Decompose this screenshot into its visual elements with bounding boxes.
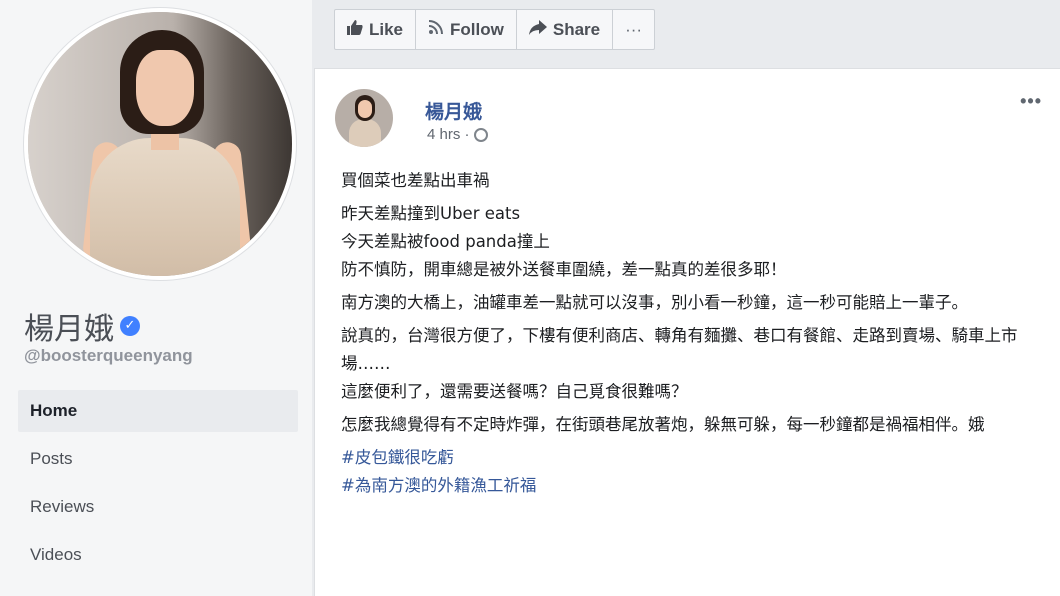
follow-label: Follow (450, 19, 504, 39)
verified-badge-icon: ✓ (120, 316, 140, 336)
post-meta: 4 hrs · (427, 126, 488, 143)
hashtag-link[interactable]: #為南方澳的外籍漁工祈福 (341, 472, 1041, 500)
share-label: Share (552, 19, 601, 39)
profile-picture[interactable] (24, 8, 296, 280)
page-sidebar: 楊月娥 ✓ @boosterqueenyang Home Posts Revie… (0, 0, 312, 596)
globe-icon (473, 127, 488, 142)
post-author-avatar[interactable] (335, 89, 393, 147)
post-timestamp[interactable]: 4 hrs · (427, 126, 470, 143)
post-author-name[interactable]: 楊月娥 (425, 97, 482, 124)
nav-item-videos[interactable]: Videos (18, 534, 298, 576)
post-options-icon[interactable]: ••• (1020, 91, 1042, 112)
more-dots-icon: ··· (625, 19, 643, 39)
follow-button[interactable]: Follow (416, 10, 517, 49)
page-handle[interactable]: @boosterqueenyang (24, 346, 193, 366)
post-paragraph: 說真的，台灣很方便了，下樓有便利商店、轉角有麵攤、巷口有餐館、走路到賣場、騎車上… (341, 326, 1018, 401)
post-paragraph: 南方澳的大橋上，油罐車差一點就可以沒事，別小看一秒鐘，這一秒可能賠上一輩子。 (341, 293, 968, 312)
page-name-text[interactable]: 楊月娥 (24, 304, 114, 348)
post-paragraph: 怎麼我總覺得有不定時炸彈，在街頭巷尾放著炮，躲無可躲，每一秒鐘都是禍福相伴。娥 (341, 415, 985, 434)
like-label: Like (369, 19, 404, 39)
share-button[interactable]: Share (517, 10, 614, 49)
nav-item-home[interactable]: Home (18, 390, 298, 432)
post-paragraph: 買個菜也差點出車禍 (341, 171, 490, 190)
post-content: 買個菜也差點出車禍 昨天差點撞到Uber eats 今天差點被food pand… (341, 167, 1041, 500)
more-options-button[interactable]: ··· (613, 10, 654, 49)
page-name[interactable]: 楊月娥 ✓ (24, 304, 140, 348)
nav-item-reviews[interactable]: Reviews (18, 486, 298, 528)
thumbs-up-icon (347, 19, 363, 40)
post-card: 楊月娥 4 hrs · ••• 買個菜也差點出車禍 昨天差點撞到Uber eat… (314, 68, 1060, 596)
rss-icon (428, 19, 444, 40)
page-nav: Home Posts Reviews Videos (18, 390, 298, 582)
hashtag-link[interactable]: #皮包鐵很吃虧 (341, 444, 1041, 472)
post-paragraph: 昨天差點撞到Uber eats 今天差點被food panda撞上 防不慎防，開… (341, 204, 787, 279)
nav-item-posts[interactable]: Posts (18, 438, 298, 480)
page-action-bar: Like Follow Share ··· (334, 9, 656, 50)
share-arrow-icon (528, 19, 547, 40)
like-button[interactable]: Like (335, 10, 417, 49)
